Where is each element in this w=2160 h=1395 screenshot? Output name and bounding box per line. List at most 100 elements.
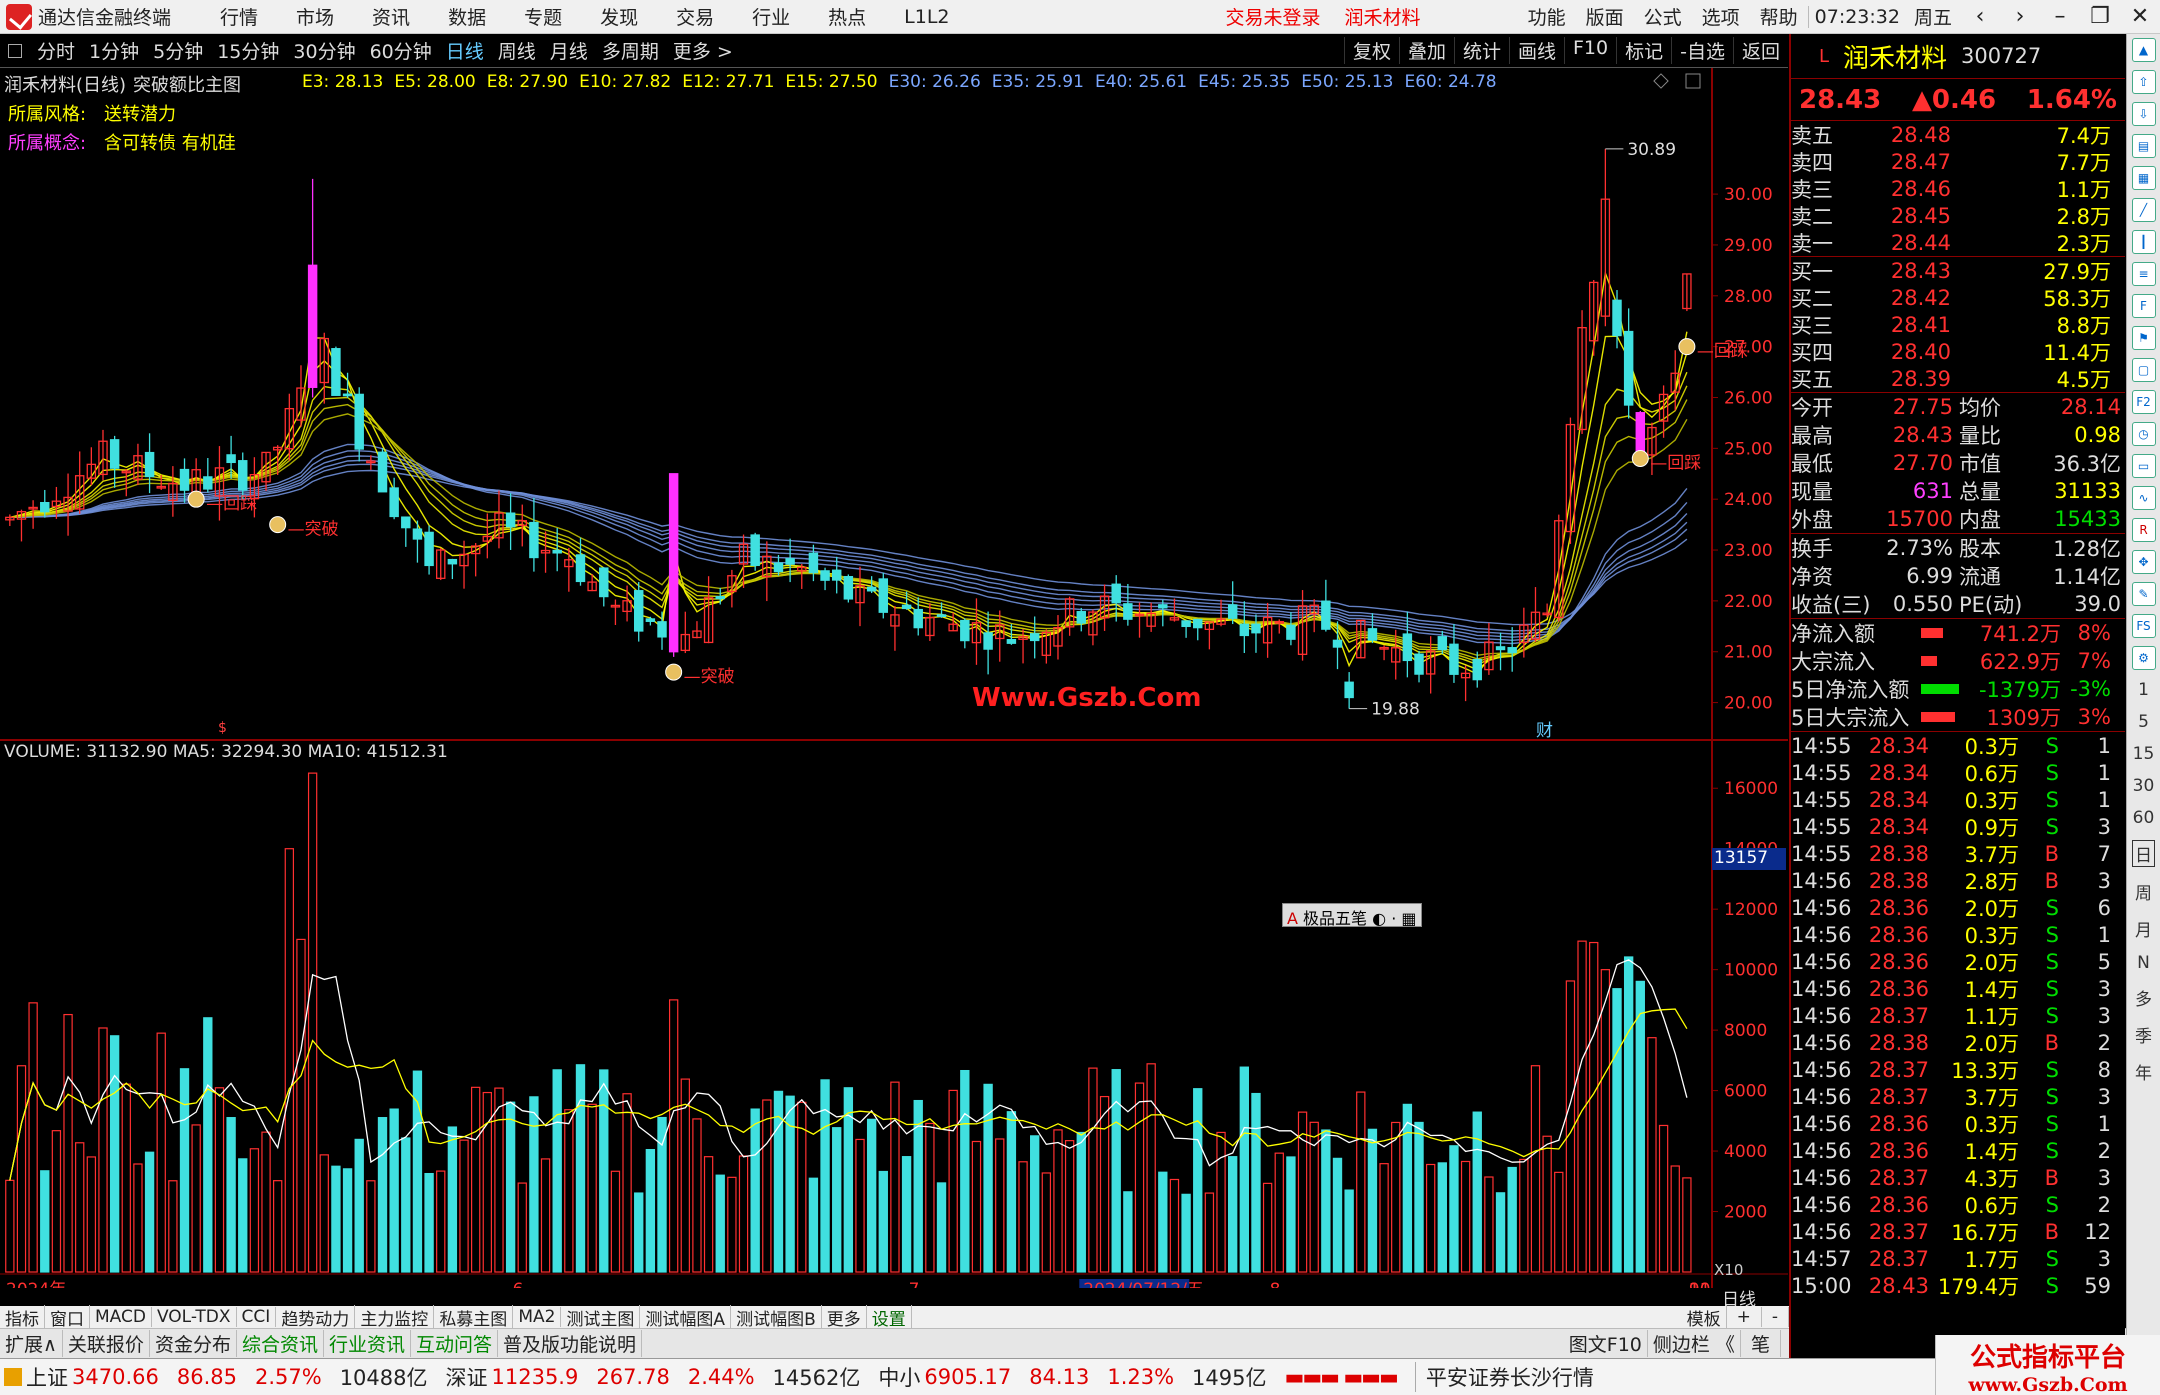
btab-ceshi-b[interactable]: 测试幅图B <box>731 1304 822 1330</box>
sidebar-list-icon[interactable]: ≡ <box>2131 262 2156 286</box>
menu-hangqing[interactable]: 行情 <box>201 3 277 30</box>
tab-daily[interactable]: 日线 <box>439 37 491 64</box>
btab-cci[interactable]: CCI <box>237 1307 277 1327</box>
sidebar-wave-icon[interactable]: ∿ <box>2131 486 2156 510</box>
minimize-icon[interactable]: – <box>2040 4 2080 29</box>
sidebar-up-icon[interactable]: ▲ <box>2131 38 2156 62</box>
sidebar-multi[interactable]: 多 <box>2135 985 2152 1010</box>
tab-weekly[interactable]: 周线 <box>491 37 543 64</box>
btab-chuangkou[interactable]: 窗口 <box>45 1304 90 1330</box>
tab-60min[interactable]: 60分钟 <box>363 37 439 64</box>
sz-label[interactable]: 深证 <box>446 1362 488 1392</box>
btab2-guanlian[interactable]: 关联报价 <box>63 1330 150 1357</box>
menu-zhuanti[interactable]: 专题 <box>505 3 581 30</box>
tab-15min[interactable]: 15分钟 <box>210 37 286 64</box>
btn-diejia[interactable]: 叠加 <box>1398 37 1454 64</box>
btab-vol-tdx[interactable]: VOL-TDX <box>152 1307 237 1327</box>
sidebar-f2-icon[interactable]: F2 <box>2131 390 2156 414</box>
btab-plus[interactable]: + <box>1727 1307 1762 1327</box>
sidebar-month[interactable]: 月 <box>2135 916 2152 941</box>
btab-macd[interactable]: MACD <box>90 1307 152 1327</box>
menu-bangzhu[interactable]: 帮助 <box>1750 3 1808 30</box>
sidebar-n1[interactable]: 1 <box>2138 680 2149 700</box>
sidebar-n15[interactable]: 15 <box>2133 744 2155 764</box>
menu-shichang[interactable]: 市场 <box>277 3 353 30</box>
btab-ceshi-a[interactable]: 测试幅图A <box>640 1304 732 1330</box>
sidebar-pen-icon[interactable]: ✎ <box>2131 582 2156 606</box>
tab-5min[interactable]: 5分钟 <box>146 37 210 64</box>
kline-chart-svg[interactable]: 30.0029.0028.0027.0026.0025.0024.0023.00… <box>0 68 1788 1288</box>
btn-zixuan[interactable]: -自选 <box>1671 37 1733 64</box>
status-menu-icon[interactable] <box>4 1368 22 1386</box>
sidebar-grid-icon[interactable]: ▦ <box>2131 166 2156 190</box>
btab-more[interactable]: 更多 <box>822 1304 867 1330</box>
indicator-name[interactable]: 突破额比主图 <box>133 71 241 97</box>
btab-template[interactable]: 模板 <box>1682 1304 1727 1330</box>
sidebar-move-icon[interactable]: ✥ <box>2131 550 2156 574</box>
tab-monthly[interactable]: 月线 <box>543 37 595 64</box>
btab2-zijin[interactable]: 资金分布 <box>150 1330 237 1357</box>
sidebar-doc-icon[interactable]: ▢ <box>2131 358 2156 382</box>
menu-hangye[interactable]: 行业 <box>733 3 809 30</box>
sidebar-flag-icon[interactable]: ⚑ <box>2131 326 2156 350</box>
tab-more[interactable]: 更多 > <box>666 37 740 64</box>
btn-biaoji[interactable]: 标记 <box>1616 37 1671 64</box>
btn-tongji[interactable]: 统计 <box>1453 37 1509 64</box>
sidebar-week[interactable]: 周 <box>2135 879 2152 904</box>
btab-qushi[interactable]: 趋势动力 <box>276 1304 356 1330</box>
sidebar-report-icon[interactable]: ▤ <box>2131 134 2156 158</box>
sidebar-gear-icon[interactable]: ⚙ <box>2131 646 2156 670</box>
ime-keyboard-icon[interactable]: ▦ <box>1401 909 1416 928</box>
sidebar-day[interactable]: 日 <box>2132 840 2155 867</box>
sidebar-year[interactable]: 年 <box>2135 1059 2152 1084</box>
menu-l1l2[interactable]: L1L2 <box>885 6 968 28</box>
sidebar-f10-icon[interactable]: F <box>2131 294 2156 318</box>
btab-ceshi-main[interactable]: 测试主图 <box>561 1304 641 1330</box>
tick-list[interactable]: 14:55 28.34 0.3万 S 1 14:55 28.34 0.6万 S 1 14:55 28.… <box>1791 731 2125 1299</box>
sh-label[interactable]: 上证 <box>26 1362 68 1392</box>
btab-settings[interactable]: 设置 <box>867 1304 912 1330</box>
btab2-hudong[interactable]: 互动问答 <box>411 1330 498 1357</box>
kline-chart-area[interactable]: 30.00 29.00 28.00 27.00 26.00 25.00 24.00 23.00… <box>0 68 1788 1310</box>
sidebar-down-icon[interactable]: ⇩ <box>2131 102 2156 126</box>
close-icon[interactable]: ✕ <box>2120 4 2160 29</box>
btab-minus[interactable]: - <box>1762 1307 1789 1327</box>
menu-xuanxiang[interactable]: 选项 <box>1692 3 1750 30</box>
btn-f10[interactable]: F10 <box>1564 37 1616 64</box>
menu-gongneng[interactable]: 功能 <box>1518 3 1576 30</box>
btab-simu[interactable]: 私募主图 <box>434 1304 514 1330</box>
sidebar-monitor-icon[interactable]: ▭ <box>2131 454 2156 478</box>
btab2-sidebar[interactable]: 侧边栏 《 <box>1648 1330 1741 1357</box>
btab2-f10[interactable]: 图文F10 <box>1564 1330 1648 1357</box>
sidebar-rsi-icon[interactable]: R <box>2131 518 2156 542</box>
sidebar-kline-icon[interactable]: ┃ <box>2131 230 2156 254</box>
btab2-puji[interactable]: 普及版功能说明 <box>498 1330 643 1357</box>
sidebar-fs-icon[interactable]: FS <box>2131 614 2156 638</box>
login-status[interactable]: 交易未登录 <box>1214 3 1333 30</box>
menu-gongshi[interactable]: 公式 <box>1634 3 1692 30</box>
tab-multi-period[interactable]: 多周期 <box>595 37 666 64</box>
btab2-hangye[interactable]: 行业资讯 <box>324 1330 411 1357</box>
btab-ma2[interactable]: MA2 <box>513 1307 562 1327</box>
forward-arrow-icon[interactable]: › <box>2000 4 2040 29</box>
sidebar-n60[interactable]: 60 <box>2133 808 2155 828</box>
menu-jiaoyi[interactable]: 交易 <box>657 3 733 30</box>
menu-redian[interactable]: 热点 <box>809 3 885 30</box>
btab2-zonghe[interactable]: 综合资讯 <box>237 1330 324 1357</box>
ime-float-toolbar[interactable]: A 极品五笔 ◐ · ▦ <box>1282 903 1422 928</box>
btab2-expand[interactable]: 扩展∧ <box>0 1330 63 1357</box>
restore-icon[interactable]: ❐ <box>2080 4 2120 29</box>
btab-zhibiao[interactable]: 指标 <box>0 1304 45 1330</box>
sidebar-chart-icon[interactable]: ╱ <box>2131 198 2156 222</box>
btab2-bi[interactable]: 笔 <box>1741 1330 1781 1357</box>
sidebar-clock-icon[interactable]: ◷ <box>2131 422 2156 446</box>
btn-fanhui[interactable]: 返回 <box>1732 37 1788 64</box>
menu-faxian[interactable]: 发现 <box>581 3 657 30</box>
menu-zixun[interactable]: 资讯 <box>353 3 429 30</box>
tab-1min[interactable]: 1分钟 <box>82 37 146 64</box>
panel-toggle-icon[interactable] <box>8 43 22 58</box>
zx-label[interactable]: 中小 <box>878 1362 920 1392</box>
btab-zhuli[interactable]: 主力监控 <box>355 1304 435 1330</box>
btn-fuquan[interactable]: 复权 <box>1343 37 1399 64</box>
tab-30min[interactable]: 30分钟 <box>286 37 362 64</box>
